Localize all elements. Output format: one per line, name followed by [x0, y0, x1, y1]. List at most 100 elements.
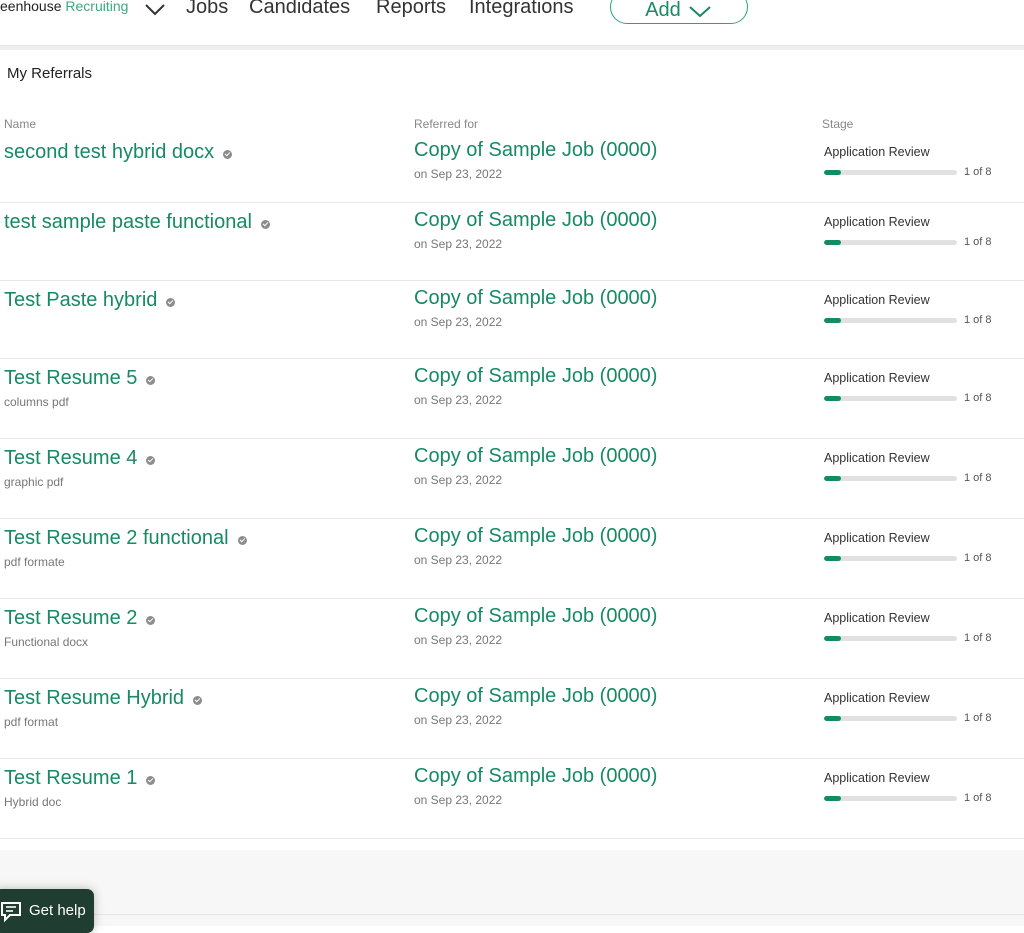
column-header-name: Name [4, 117, 37, 131]
candidate-name-link[interactable]: Test Paste hybrid [4, 289, 176, 312]
job-link[interactable]: Copy of Sample Job (0000) [414, 139, 657, 162]
nav-link-candidates[interactable]: Candidates [249, 0, 350, 19]
referral-date: on Sep 23, 2022 [414, 167, 503, 181]
brand-logo[interactable]: eenhouse Recruiting [0, 0, 128, 14]
nav-link-integrations[interactable]: Integrations [469, 0, 574, 19]
job-link[interactable]: Copy of Sample Job (0000) [414, 525, 657, 548]
candidate-name-link[interactable]: Test Resume 4 [4, 447, 156, 470]
stage-progress-fill [824, 476, 841, 481]
referral-row: second test hybrid docx Copy of Sample Jo… [0, 133, 1024, 203]
verified-check-icon [146, 455, 156, 465]
stage-progress-label: 1 of 8 [964, 792, 992, 804]
candidate-name-link[interactable]: Test Resume 2 functional [4, 527, 247, 550]
referral-date: on Sep 23, 2022 [414, 633, 503, 647]
candidate-name: Test Paste hybrid [4, 289, 158, 311]
verified-check-icon [146, 615, 156, 625]
referral-row: test sample paste functional Copy of Samp… [0, 203, 1024, 281]
verified-check-icon [193, 695, 203, 705]
stage-progress-fill [824, 240, 841, 245]
job-link[interactable]: Copy of Sample Job (0000) [414, 287, 657, 310]
stage-progress-bar [824, 716, 957, 721]
stage-name: Application Review [824, 771, 930, 785]
referral-date: on Sep 23, 2022 [414, 473, 503, 487]
stage-progress-bar [824, 240, 957, 245]
candidate-name: Test Resume Hybrid [4, 687, 185, 709]
nav-link-reports[interactable]: Reports [376, 0, 446, 19]
verified-check-icon [237, 535, 247, 545]
stage-progress-bar [824, 318, 957, 323]
candidate-name-link[interactable]: Test Resume 5 [4, 367, 156, 390]
referral-date: on Sep 23, 2022 [414, 713, 503, 727]
stage-name: Application Review [824, 293, 930, 307]
stage-progress-label: 1 of 8 [964, 632, 992, 644]
candidate-note: graphic pdf [4, 475, 64, 489]
stage-progress-bar [824, 796, 957, 801]
candidate-name: Test Resume 2 [4, 607, 138, 629]
stage-progress-fill [824, 636, 841, 641]
job-link[interactable]: Copy of Sample Job (0000) [414, 209, 657, 232]
nav-link-jobs[interactable]: Jobs [186, 0, 228, 19]
stage-name: Application Review [824, 215, 930, 229]
verified-check-icon [260, 219, 270, 229]
chevron-down-icon[interactable] [143, 1, 169, 19]
referral-date: on Sep 23, 2022 [414, 237, 503, 251]
add-button[interactable]: Add [610, 0, 748, 24]
candidate-name-link[interactable]: test sample paste functional [4, 211, 270, 234]
stage-progress-bar [824, 396, 957, 401]
stage-progress-fill [824, 796, 841, 801]
chat-icon [1, 902, 21, 923]
stage-name: Application Review [824, 611, 930, 625]
panel-title: My Referrals [7, 65, 93, 82]
stage-progress-label: 1 of 8 [964, 472, 992, 484]
stage-progress-label: 1 of 8 [964, 166, 992, 178]
job-link[interactable]: Copy of Sample Job (0000) [414, 365, 657, 388]
brand-suffix: Recruiting [65, 0, 129, 14]
candidate-note: Functional docx [4, 635, 89, 649]
stage-progress-fill [824, 716, 841, 721]
referral-date: on Sep 23, 2022 [414, 393, 503, 407]
stage-progress-label: 1 of 8 [964, 236, 992, 248]
candidate-name: Test Resume 4 [4, 447, 138, 469]
stage-progress-fill [824, 170, 841, 175]
verified-check-icon [146, 775, 156, 785]
stage-progress-bar [824, 556, 957, 561]
candidate-name-link[interactable]: Test Resume 1 [4, 767, 156, 790]
stage-progress-label: 1 of 8 [964, 314, 992, 326]
verified-check-icon [223, 149, 233, 159]
stage-progress-bar [824, 170, 957, 175]
job-link[interactable]: Copy of Sample Job (0000) [414, 685, 657, 708]
candidate-name: Test Resume 2 functional [4, 527, 229, 549]
candidate-note: columns pdf [4, 395, 69, 409]
get-help-button[interactable]: Get help [0, 889, 94, 933]
referral-row: Test Resume 2 Functional docx Copy of Samp… [0, 599, 1024, 679]
verified-check-icon [146, 375, 156, 385]
referral-date: on Sep 23, 2022 [414, 793, 503, 807]
candidate-note: pdf format [4, 715, 59, 729]
referral-row: Test Resume 2 functional pdf formate Copy … [0, 519, 1024, 599]
chevron-down-icon [689, 6, 711, 18]
stage-name: Application Review [824, 531, 930, 545]
column-header-referred-for: Referred for [414, 117, 479, 131]
candidate-name: Test Resume 5 [4, 367, 138, 389]
candidate-note: pdf formate [4, 555, 65, 569]
stage-progress-label: 1 of 8 [964, 712, 992, 724]
referral-row: Test Resume Hybrid pdf format Copy of Samp… [0, 679, 1024, 759]
job-link[interactable]: Copy of Sample Job (0000) [414, 605, 657, 628]
stage-progress-label: 1 of 8 [964, 552, 992, 564]
job-link[interactable]: Copy of Sample Job (0000) [414, 445, 657, 468]
job-link[interactable]: Copy of Sample Job (0000) [414, 765, 657, 788]
referrals-panel: My Referrals Name Referred for Stage sec… [0, 50, 1024, 850]
referral-date: on Sep 23, 2022 [414, 315, 503, 329]
verified-check-icon [166, 297, 176, 307]
stage-progress-bar [824, 476, 957, 481]
candidate-name-link[interactable]: Test Resume 2 [4, 607, 156, 630]
referral-row: Test Paste hybrid Copy of Sample Job (000… [0, 281, 1024, 359]
candidate-name: second test hybrid docx [4, 141, 215, 163]
stage-name: Application Review [824, 145, 930, 159]
candidate-name-link[interactable]: second test hybrid docx [4, 141, 233, 164]
referral-row: Test Resume 4 graphic pdf Copy of Sample J… [0, 439, 1024, 519]
stage-progress-label: 1 of 8 [964, 392, 992, 404]
candidate-note: Hybrid doc [4, 795, 62, 809]
stage-progress-fill [824, 318, 841, 323]
candidate-name-link[interactable]: Test Resume Hybrid [4, 687, 203, 710]
